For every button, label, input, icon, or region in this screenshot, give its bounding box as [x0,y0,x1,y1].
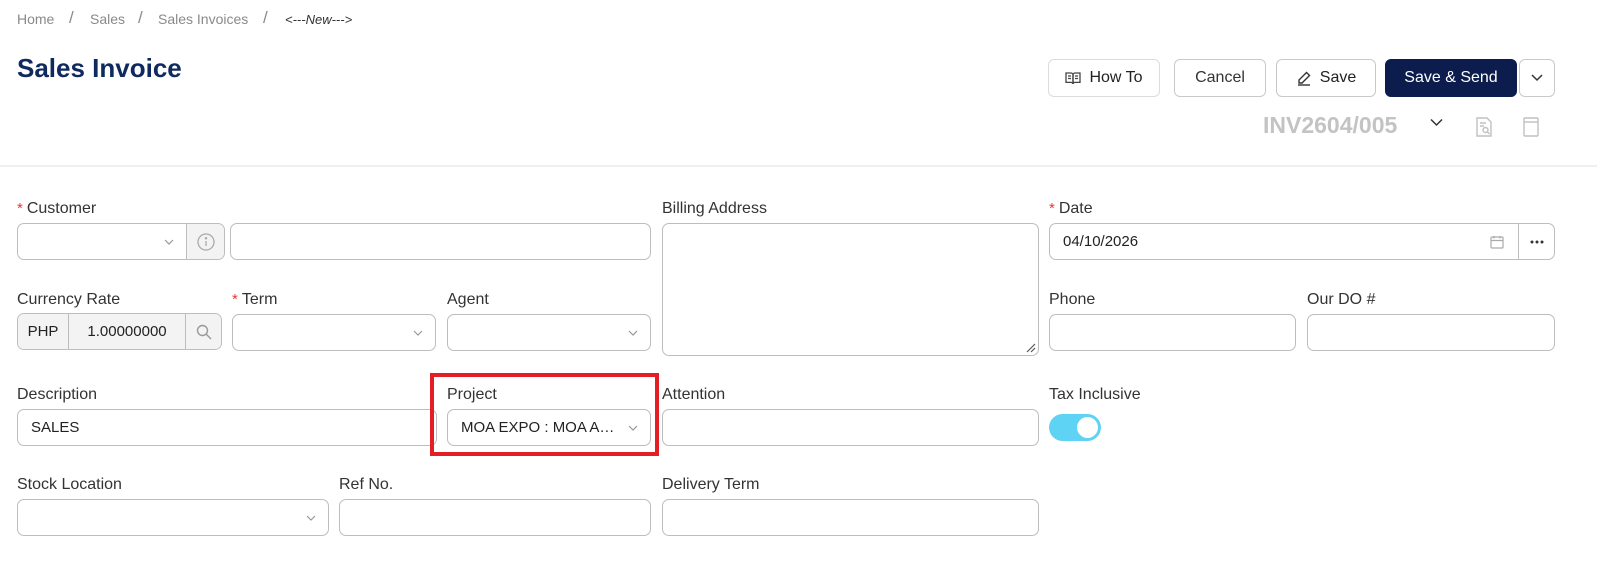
our-do-input[interactable] [1307,314,1555,351]
save-label: Save [1319,69,1357,86]
save-and-send-button[interactable]: Save & Send [1385,59,1517,97]
pencil-icon [1297,71,1311,86]
breadcrumb-separator: / [263,8,268,27]
phone-input[interactable] [1049,314,1296,351]
date-label: * Date [1049,200,1093,217]
project-highlight-box [430,373,659,456]
header-divider [0,165,1597,167]
invoice-number: INV2604/005 [1263,112,1398,138]
attention-label: Attention [662,386,726,403]
invoice-number-chevron-down-icon[interactable] [1430,118,1443,127]
agent-select[interactable] [447,314,651,351]
term-label: * Term [232,291,278,308]
term-select[interactable] [232,314,436,351]
save-button[interactable]: Save [1276,59,1376,97]
tax-inclusive-label: Tax Inclusive [1049,386,1141,403]
ref-no-label: Ref No. [339,476,394,493]
document-search-icon[interactable] [1475,117,1493,137]
book-icon [1065,72,1082,85]
toggle-knob [1077,417,1098,438]
description-input[interactable]: SALES [17,409,437,446]
date-field[interactable]: 04/10/2026 [1049,223,1555,260]
how-to-label: How To [1089,69,1143,86]
customer-select[interactable] [17,223,225,260]
bookmark-icon[interactable] [1523,117,1539,137]
attention-input[interactable] [662,409,1039,446]
info-icon [196,232,215,251]
delivery-term-label: Delivery Term [662,476,760,493]
chevron-down-icon [413,330,423,336]
currency-code: PHP [18,314,69,349]
customer-info-button[interactable] [187,224,224,259]
more-options-button[interactable] [1519,59,1555,97]
phone-label: Phone [1049,291,1096,308]
currency-rate-field: PHP 1.00000000 [17,313,222,350]
date-input[interactable]: 04/10/2026 [1050,224,1519,259]
chevron-down-icon [164,239,174,245]
ellipsis-icon [1530,240,1543,243]
currency-search-button[interactable] [186,314,221,349]
billing-address-label: Billing Address [662,200,767,217]
how-to-button[interactable]: How To [1048,59,1160,97]
currency-rate-label: Currency Rate [17,291,121,308]
delivery-term-input[interactable] [662,499,1039,536]
customer-code-dropdown[interactable] [18,224,187,259]
description-label: Description [17,386,98,403]
chevron-down-icon [628,330,638,336]
breadcrumb-current: <---New---> [285,12,353,27]
calendar-icon[interactable] [1490,235,1504,249]
breadcrumb-home[interactable]: Home [17,11,54,27]
ref-no-input[interactable] [339,499,651,536]
tax-inclusive-toggle[interactable] [1049,414,1101,441]
customer-name-input[interactable] [230,223,651,260]
resize-handle-icon[interactable] [1026,343,1036,353]
currency-rate-input[interactable]: 1.00000000 [69,314,186,349]
page-title: Sales Invoice [17,53,182,83]
agent-label: Agent [447,291,489,308]
cancel-button[interactable]: Cancel [1174,59,1266,97]
date-more-button[interactable] [1519,224,1554,259]
breadcrumb-sales[interactable]: Sales [90,11,125,27]
chevron-down-icon [306,515,316,521]
stock-location-label: Stock Location [17,476,122,493]
breadcrumb-separator: / [138,8,143,27]
billing-address-textarea[interactable] [662,223,1039,356]
our-do-label: Our DO # [1307,291,1376,308]
search-icon [196,324,211,339]
breadcrumb-separator: / [69,8,74,27]
customer-label: * Customer [17,200,97,217]
breadcrumb-sales-invoices[interactable]: Sales Invoices [158,11,248,27]
chevron-down-icon [1531,74,1543,82]
stock-location-select[interactable] [17,499,329,536]
